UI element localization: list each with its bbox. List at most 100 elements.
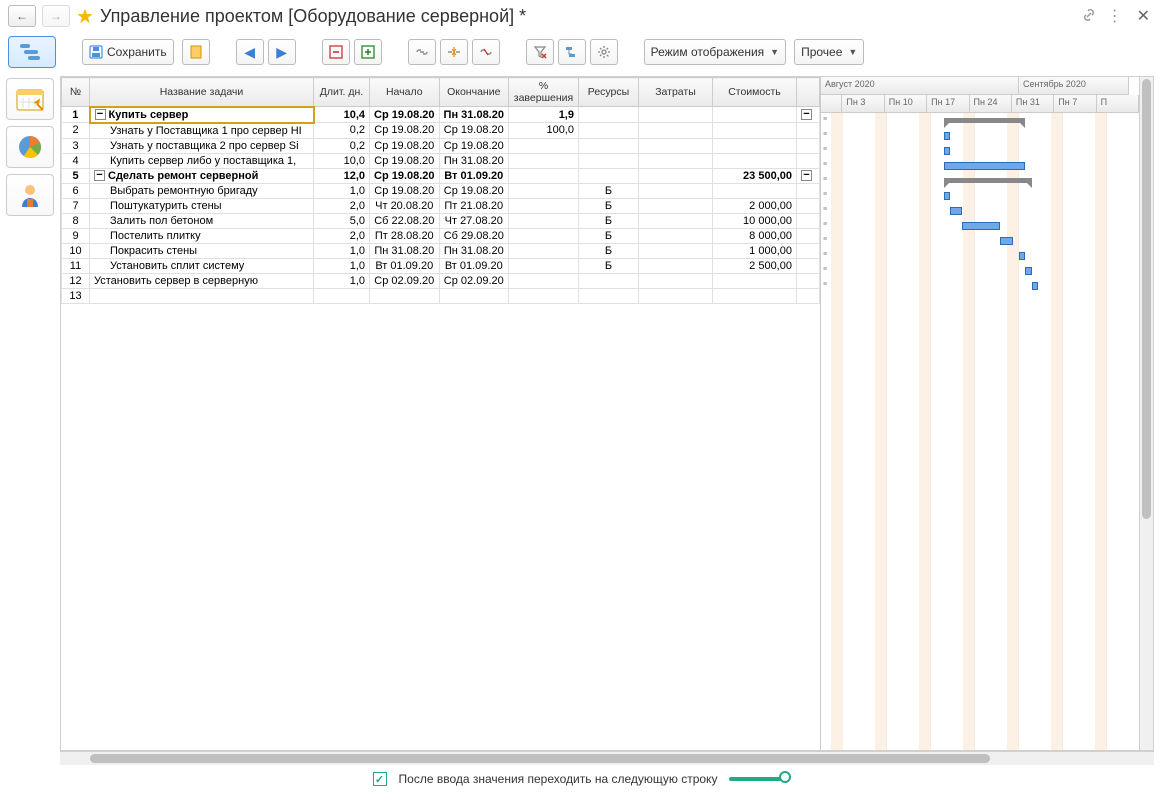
sidebar-gantt-view-button[interactable]	[8, 36, 56, 68]
task-grid[interactable]: № Название задачи Длит. дн. Начало Оконч…	[61, 77, 820, 750]
task-row[interactable]: 5 −Сделать ремонт серверной 12,0 Ср 19.0…	[62, 168, 820, 183]
horizontal-scrollbar[interactable]	[60, 751, 1154, 765]
gantt-row[interactable]: ≡	[821, 248, 1139, 263]
gantt-row[interactable]: ≡	[821, 218, 1139, 233]
gantt-task-bar[interactable]	[944, 192, 950, 200]
other-dropdown[interactable]: Прочее ▼	[794, 39, 864, 65]
split-tasks-button[interactable]	[440, 39, 468, 65]
expand-icon[interactable]: −	[801, 109, 812, 120]
auto-advance-label: После ввода значения переходить на следу…	[399, 772, 718, 786]
task-row[interactable]: 12 Установить сервер в серверную 1,0 Ср …	[62, 273, 820, 288]
unlink-tasks-button[interactable]	[472, 39, 500, 65]
gantt-summary-bar[interactable]	[944, 118, 1026, 123]
footer: ✓ После ввода значения переходить на сле…	[0, 765, 1162, 793]
forward-button[interactable]: →	[42, 5, 70, 27]
gantt-week-header: П	[1097, 95, 1139, 113]
task-row[interactable]: 1 −Купить сервер 10,4 Ср 19.08.20 Пн 31.…	[62, 107, 820, 123]
gantt-month-header: Сентябрь 2020	[1019, 77, 1129, 95]
auto-advance-checkbox[interactable]: ✓	[373, 772, 387, 786]
gantt-row[interactable]: ≡	[821, 113, 1139, 128]
gantt-week-header: Пн 17	[927, 95, 969, 113]
chevron-down-icon: ▼	[848, 47, 857, 57]
link-tasks-button[interactable]	[408, 39, 436, 65]
col-header-expand[interactable]	[796, 78, 819, 107]
sidebar-chart-button[interactable]	[6, 126, 54, 168]
close-button[interactable]: ✕	[1133, 6, 1154, 26]
task-row[interactable]: 8 Залить пол бетоном 5,0 Сб 22.08.20 Чт …	[62, 213, 820, 228]
task-row[interactable]: 13	[62, 288, 820, 303]
link-icon[interactable]	[1081, 7, 1097, 26]
hierarchy-button[interactable]	[558, 39, 586, 65]
display-mode-dropdown[interactable]: Режим отображения ▼	[644, 39, 786, 65]
document-button[interactable]	[182, 39, 210, 65]
task-row[interactable]: 3 Узнать у поставщика 2 про сервер Si 0,…	[62, 138, 820, 153]
gantt-task-bar[interactable]	[1025, 267, 1031, 275]
gantt-month-header: Август 2020	[821, 77, 1019, 95]
expand-icon[interactable]: −	[801, 170, 812, 181]
window-title: Управление проектом [Оборудование сервер…	[100, 6, 1075, 27]
gantt-summary-bar[interactable]	[944, 178, 1032, 183]
gantt-row[interactable]: ≡	[821, 143, 1139, 158]
gantt-chart[interactable]: Август 2020Сентябрь 2020 Пн 3Пн 10Пн 17П…	[820, 77, 1139, 750]
chevron-down-icon: ▼	[770, 47, 779, 57]
back-button[interactable]: ←	[8, 5, 36, 27]
gantt-task-bar[interactable]	[950, 207, 963, 215]
sidebar-resources-button[interactable]	[6, 174, 54, 216]
gantt-row[interactable]: ≡	[821, 263, 1139, 278]
sidebar-calendar-button[interactable]	[6, 78, 54, 120]
task-row[interactable]: 10 Покрасить стены 1,0 Пн 31.08.20 Пн 31…	[62, 243, 820, 258]
gantt-task-bar[interactable]	[1000, 237, 1013, 245]
col-header-pct[interactable]: % завершения	[508, 78, 578, 107]
gantt-week-header: Пн 24	[970, 95, 1012, 113]
settings-gear-button[interactable]	[590, 39, 618, 65]
task-row[interactable]: 11 Установить сплит систему 1,0 Вт 01.09…	[62, 258, 820, 273]
gantt-task-bar[interactable]	[944, 147, 950, 155]
task-row[interactable]: 7 Поштукатурить стены 2,0 Чт 20.08.20 Пт…	[62, 198, 820, 213]
gantt-week-header: Пн 7	[1054, 95, 1096, 113]
task-row[interactable]: 9 Постелить плитку 2,0 Пт 28.08.20 Сб 29…	[62, 228, 820, 243]
collapse-icon[interactable]: −	[94, 170, 105, 181]
gantt-week-header: Пн 3	[842, 95, 884, 113]
next-button[interactable]: ▶	[268, 39, 296, 65]
col-header-end[interactable]: Окончание	[439, 78, 508, 107]
save-button[interactable]: Сохранить	[82, 39, 174, 65]
gantt-row[interactable]: ≡	[821, 128, 1139, 143]
gantt-task-bar[interactable]	[1032, 282, 1038, 290]
gantt-task-bar[interactable]	[944, 132, 950, 140]
gantt-row[interactable]: ≡	[821, 233, 1139, 248]
vertical-scrollbar[interactable]	[1139, 77, 1153, 750]
gantt-row[interactable]: ≡	[821, 203, 1139, 218]
col-header-start[interactable]: Начало	[370, 78, 440, 107]
gantt-task-bar[interactable]	[1019, 252, 1025, 260]
gantt-task-bar[interactable]	[944, 162, 1026, 170]
gantt-task-bar[interactable]	[962, 222, 1000, 230]
save-button-label: Сохранить	[107, 45, 167, 59]
col-header-num[interactable]: №	[62, 78, 90, 107]
gantt-week-header: Пн 31	[1012, 95, 1054, 113]
gantt-row[interactable]: ≡	[821, 173, 1139, 188]
other-label: Прочее	[801, 45, 842, 59]
toolbar: Сохранить ◀ ▶ Режим отображения ▼ Прочее…	[0, 32, 1162, 72]
filter-clear-button[interactable]	[526, 39, 554, 65]
gantt-week-header: Пн 10	[885, 95, 927, 113]
col-header-price[interactable]: Стоимость	[712, 78, 796, 107]
task-row[interactable]: 2 Узнать у Поставщика 1 про сервер HI 0,…	[62, 123, 820, 139]
col-header-name[interactable]: Название задачи	[90, 78, 314, 107]
gantt-row[interactable]: ≡	[821, 188, 1139, 203]
outdent-button[interactable]	[322, 39, 350, 65]
col-header-costs[interactable]: Затраты	[638, 78, 712, 107]
zoom-slider[interactable]	[729, 777, 789, 781]
prev-button[interactable]: ◀	[236, 39, 264, 65]
display-mode-label: Режим отображения	[651, 45, 765, 59]
col-header-resources[interactable]: Ресурсы	[578, 78, 638, 107]
favorite-star-icon[interactable]: ★	[76, 4, 94, 29]
task-row[interactable]: 4 Купить сервер либо у поставщика 1, 10,…	[62, 153, 820, 168]
indent-button[interactable]	[354, 39, 382, 65]
gantt-row[interactable]: ≡	[821, 278, 1139, 293]
title-bar: ← → ★ Управление проектом [Оборудование …	[0, 0, 1162, 32]
more-menu-icon[interactable]: ⋮	[1107, 6, 1123, 26]
gantt-row[interactable]: ≡	[821, 158, 1139, 173]
task-row[interactable]: 6 Выбрать ремонтную бригаду 1,0 Ср 19.08…	[62, 183, 820, 198]
col-header-duration[interactable]: Длит. дн.	[314, 78, 370, 107]
collapse-icon[interactable]: −	[95, 109, 106, 120]
